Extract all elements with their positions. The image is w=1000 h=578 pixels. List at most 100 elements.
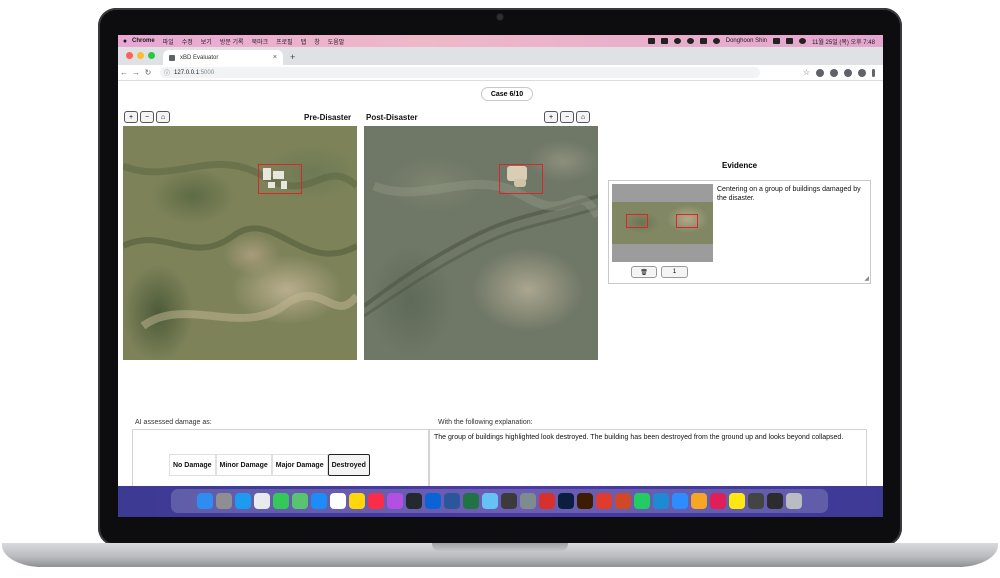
launchpad-icon[interactable] <box>216 493 232 509</box>
status-icon[interactable] <box>647 38 655 44</box>
powerpoint-icon[interactable] <box>615 493 631 509</box>
option-major-damage[interactable]: Major Damage <box>271 454 328 476</box>
menubar-clock[interactable]: 11월 25일 (목) 오후 7:48 <box>812 37 875 46</box>
menubar-item-file[interactable]: 파일 <box>163 37 174 46</box>
post-terrain-texture <box>364 179 598 318</box>
option-no-damage[interactable]: No Damage <box>169 454 216 476</box>
evidence-text[interactable]: Centering on a group of buildings damage… <box>717 185 867 203</box>
trash-icon[interactable] <box>786 493 802 509</box>
menubar-item-edit[interactable]: 수정 <box>182 37 193 46</box>
podcasts-icon[interactable] <box>387 493 403 509</box>
menubar-item-bookmarks[interactable]: 북마크 <box>252 37 269 46</box>
siri-icon[interactable] <box>799 38 807 44</box>
back-icon[interactable]: ← <box>118 68 130 77</box>
reload-icon[interactable]: ↻ <box>142 68 154 77</box>
extension-2-icon[interactable] <box>830 68 838 77</box>
illustrator-icon[interactable] <box>577 493 593 509</box>
control-center-icon[interactable] <box>786 38 794 44</box>
menubar-item-profiles[interactable]: 프로필 <box>276 37 293 46</box>
menubar-item-window[interactable]: 창 <box>314 37 320 46</box>
maps-icon[interactable] <box>292 493 308 509</box>
finder-icon[interactable] <box>197 493 213 509</box>
slack-icon[interactable] <box>710 493 726 509</box>
input-source-icon[interactable] <box>660 38 668 44</box>
menubar-app-name[interactable]: Chrome <box>132 38 155 44</box>
post-zoom-controls: + − ⌂ <box>544 111 590 123</box>
zoom-icon[interactable] <box>672 493 688 509</box>
word-icon[interactable] <box>444 493 460 509</box>
obs-icon[interactable] <box>748 493 764 509</box>
calendar-icon[interactable] <box>330 493 346 509</box>
menu-dots-icon[interactable] <box>872 68 875 77</box>
pre-disaster-label: Pre-Disaster <box>304 113 352 122</box>
system-preferences-icon[interactable] <box>520 493 536 509</box>
outlook-icon[interactable] <box>425 493 441 509</box>
post-zoom-in-icon[interactable]: + <box>544 111 558 123</box>
post-home-icon[interactable]: ⌂ <box>576 111 590 123</box>
site-info-icon[interactable]: ⓘ <box>164 68 170 77</box>
option-minor-damage[interactable]: Minor Damage <box>215 454 272 476</box>
tab-strip: xBD Evaluator × + <box>118 47 883 65</box>
game-icon[interactable] <box>691 493 707 509</box>
pycharm-icon[interactable] <box>634 493 650 509</box>
activity-monitor-icon[interactable] <box>767 493 783 509</box>
apple-icon[interactable]: ● <box>118 38 132 45</box>
address-bar[interactable]: ⓘ 127.0.0.1:5000 <box>160 67 760 78</box>
music-icon[interactable] <box>368 493 384 509</box>
puzzle-icon[interactable] <box>844 68 852 77</box>
chrome-icon[interactable] <box>254 493 270 509</box>
wifi-icon[interactable] <box>686 38 694 44</box>
vscode-icon[interactable] <box>653 493 669 509</box>
pre-home-icon[interactable]: ⌂ <box>156 111 170 123</box>
bookmark-star-icon[interactable]: ☆ <box>803 68 810 77</box>
excel-icon[interactable] <box>463 493 479 509</box>
remote-desktop-icon[interactable] <box>539 493 555 509</box>
profile-avatar[interactable] <box>858 68 866 77</box>
maximize-window-button[interactable] <box>148 52 155 59</box>
post-disaster-image[interactable] <box>364 126 598 360</box>
trash-icon: 🗑 <box>640 269 648 276</box>
window-controls <box>118 52 163 65</box>
github-icon[interactable] <box>406 493 422 509</box>
pre-disaster-image[interactable] <box>123 126 357 360</box>
menubar-item-tab[interactable]: 탭 <box>301 37 307 46</box>
app-store-icon[interactable] <box>311 493 327 509</box>
extension-icon[interactable] <box>816 68 824 77</box>
preview-icon[interactable] <box>482 493 498 509</box>
menubar-item-help[interactable]: 도움말 <box>328 37 345 46</box>
option-destroyed[interactable]: Destroyed <box>327 454 370 476</box>
acrobat-icon[interactable] <box>596 493 612 509</box>
menubar-user[interactable]: Donghoon Shin <box>726 38 767 44</box>
photoshop-icon[interactable] <box>558 493 574 509</box>
post-zoom-out-icon[interactable]: − <box>560 111 574 123</box>
evidence-bbox-2 <box>676 214 698 228</box>
spotlight-icon[interactable] <box>712 38 720 44</box>
menubar: ● Chrome 파일 수정 보기 방문 기록 북마크 프로필 탭 창 도움말 … <box>118 35 883 47</box>
forward-icon[interactable]: → <box>130 68 142 77</box>
close-window-button[interactable] <box>126 52 133 59</box>
battery-icon[interactable] <box>699 38 707 44</box>
dock-background <box>118 486 883 517</box>
minimize-window-button[interactable] <box>137 52 144 59</box>
resize-handle-icon[interactable]: ◢ <box>864 275 869 282</box>
menubar-status-area: Donghoon Shin 11월 25일 (목) 오후 7:48 <box>647 37 883 46</box>
screen-icon[interactable] <box>773 38 781 44</box>
play-icon[interactable] <box>673 38 681 44</box>
evidence-thumbnail[interactable] <box>612 184 713 262</box>
delete-evidence-button[interactable]: 🗑 <box>631 266 657 278</box>
menubar-item-view[interactable]: 보기 <box>201 37 212 46</box>
tab-xbd-evaluator[interactable]: xBD Evaluator × <box>163 50 283 65</box>
new-tab-button[interactable]: + <box>283 52 302 65</box>
safari-icon[interactable] <box>235 493 251 509</box>
pre-zoom-out-icon[interactable]: − <box>140 111 154 123</box>
menubar-item-history[interactable]: 방문 기록 <box>220 37 244 46</box>
terminal-alt-icon[interactable] <box>501 493 517 509</box>
dock <box>171 489 828 513</box>
tab-close-icon[interactable]: × <box>273 54 277 61</box>
kakaotalk-icon[interactable] <box>729 493 745 509</box>
notes-icon[interactable] <box>349 493 365 509</box>
messages-icon[interactable] <box>273 493 289 509</box>
pre-zoom-in-icon[interactable]: + <box>124 111 138 123</box>
evidence-count-button[interactable]: 1 <box>661 266 688 278</box>
pre-zoom-controls: + − ⌂ <box>124 111 170 123</box>
